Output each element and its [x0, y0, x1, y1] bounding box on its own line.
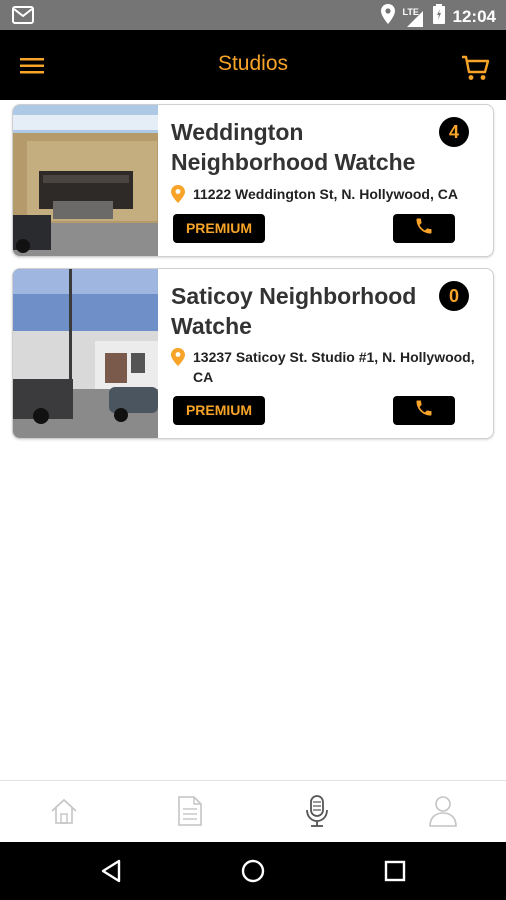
premium-button[interactable]: PREMIUM — [173, 396, 265, 425]
gmail-icon — [12, 6, 34, 29]
page-title: Studios — [217, 52, 289, 75]
system-navigation-bar — [0, 842, 506, 900]
app-bar: Studios — [0, 30, 506, 100]
studio-address-text: 13237 Saticoy St. Studio #1, N. Hollywoo… — [193, 349, 475, 385]
home-button[interactable] — [238, 856, 268, 886]
studio-count-badge: 0 — [439, 281, 469, 311]
location-pin-icon — [171, 185, 185, 203]
recents-square-icon — [384, 860, 406, 882]
studio-name: Saticoy Neighborhood Watche — [171, 283, 417, 339]
profile-icon — [428, 795, 458, 832]
studio-photo — [13, 269, 158, 438]
studio-name: Weddington Neighborhood Watche — [171, 119, 416, 175]
studio-count-badge: 4 — [439, 117, 469, 147]
studio-card[interactable]: Weddington Neighborhood Watche 4 11222 W… — [12, 104, 494, 257]
back-button[interactable] — [96, 856, 126, 886]
location-pin-icon — [171, 348, 185, 366]
phone-icon — [414, 216, 434, 241]
document-icon — [177, 795, 203, 832]
cart-icon[interactable] — [460, 54, 490, 82]
call-button[interactable] — [393, 214, 455, 243]
tab-studios[interactable] — [297, 793, 337, 833]
status-bar: LTE 12:04 — [0, 0, 506, 30]
studio-photo — [13, 105, 158, 256]
recents-button[interactable] — [380, 856, 410, 886]
tab-profile[interactable] — [423, 793, 463, 833]
tab-documents[interactable] — [170, 793, 210, 833]
status-clock: 12:04 — [452, 6, 496, 26]
studio-address: 11222 Weddington St, N. Hollywood, CA — [171, 184, 481, 204]
studio-card[interactable]: Saticoy Neighborhood Watche 0 13237 Sati… — [12, 268, 494, 439]
home-circle-icon — [241, 859, 265, 883]
bottom-tab-bar — [0, 780, 506, 842]
tab-home[interactable] — [44, 793, 84, 833]
call-button[interactable] — [393, 396, 455, 425]
location-icon — [380, 4, 395, 29]
home-icon — [49, 796, 79, 831]
studio-address-text: 11222 Weddington St, N. Hollywood, CA — [193, 186, 458, 202]
phone-icon — [414, 398, 434, 423]
studio-address: 13237 Saticoy St. Studio #1, N. Hollywoo… — [171, 347, 481, 387]
signal-icon: LTE — [403, 7, 425, 27]
battery-icon — [432, 4, 445, 29]
premium-button[interactable]: PREMIUM — [173, 214, 265, 243]
microphone-icon — [305, 794, 329, 833]
back-triangle-icon — [101, 859, 121, 883]
